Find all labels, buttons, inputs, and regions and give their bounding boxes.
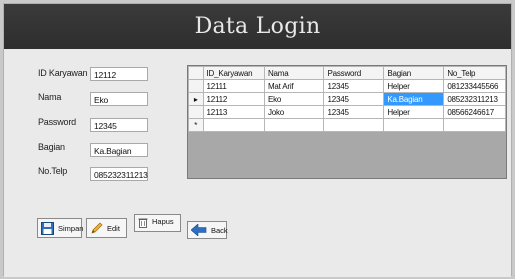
new-row-indicator[interactable]: *: [188, 118, 204, 132]
label-nama: Nama: [38, 92, 62, 102]
table-row[interactable]: 12113 Joko 12345 Helper 08566246617: [188, 105, 506, 119]
nama-input[interactable]: Eko: [90, 92, 148, 106]
current-row-indicator[interactable]: ▸: [188, 92, 204, 106]
title-bar: Data Login: [4, 4, 511, 49]
column-header-nama[interactable]: Nama: [263, 66, 325, 80]
table-cell[interactable]: Mat Arif: [263, 79, 325, 93]
edit-button[interactable]: Edit: [86, 218, 127, 238]
column-header-bagian[interactable]: Bagian: [383, 66, 445, 80]
table-cell[interactable]: 12113: [202, 105, 265, 119]
table-cell[interactable]: Joko: [263, 105, 325, 119]
column-header-id-karyawan[interactable]: ID_Karyawan: [202, 66, 265, 80]
back-arrow-icon: [191, 224, 207, 236]
table-cell[interactable]: 12345: [323, 92, 385, 106]
label-password: Password: [38, 117, 76, 127]
app-window: Data Login ID Karyawan Nama Password Bag…: [3, 3, 512, 277]
table-row[interactable]: 12111 Mat Arif 12345 Helper 081233445566: [188, 79, 506, 93]
table-row[interactable]: ▸ 12112 Eko 12345 Ka.Bagian 085232311213: [188, 92, 506, 106]
row-header[interactable]: [188, 105, 204, 119]
table-cell[interactable]: 12345: [323, 79, 385, 93]
selected-cell[interactable]: Ka.Bagian: [383, 92, 445, 106]
password-input[interactable]: 12345: [90, 118, 148, 132]
page-title: Data Login: [194, 14, 321, 39]
label-no-telp: No.Telp: [38, 166, 68, 176]
simpan-label: Simpan: [58, 223, 84, 233]
table-cell[interactable]: [323, 118, 385, 132]
simpan-button[interactable]: Simpan: [37, 218, 84, 238]
grid-header-row: ID_Karyawan Nama Password Bagian No_Telp: [188, 66, 506, 80]
column-header-no-telp[interactable]: No_Telp: [443, 66, 506, 80]
hapus-label: Hapus: [152, 217, 174, 226]
new-table-row[interactable]: *: [188, 118, 506, 132]
table-cell[interactable]: [263, 118, 325, 132]
hapus-button[interactable]: Hapus: [134, 214, 181, 232]
edit-label: Edit: [107, 223, 120, 233]
no-telp-input[interactable]: 085232311213: [90, 167, 148, 181]
table-cell[interactable]: 08566246617: [443, 105, 506, 119]
table-cell[interactable]: Helper: [383, 105, 445, 119]
id-karyawan-input[interactable]: 12112: [90, 67, 148, 81]
table-cell[interactable]: Eko: [263, 92, 325, 106]
floppy-disk-icon: [41, 221, 54, 235]
table-cell[interactable]: Helper: [383, 79, 445, 93]
table-cell[interactable]: 12112: [202, 92, 265, 106]
table-cell[interactable]: [443, 118, 506, 132]
bagian-input[interactable]: Ka.Bagian: [90, 143, 148, 157]
back-button[interactable]: Back: [187, 221, 228, 239]
table-cell[interactable]: [383, 118, 445, 132]
table-cell[interactable]: [202, 118, 265, 132]
table-cell[interactable]: 081233445566: [443, 79, 506, 93]
row-header[interactable]: [188, 79, 204, 93]
back-label: Back: [211, 225, 228, 235]
row-header-corner: [188, 66, 204, 80]
table-cell[interactable]: 085232311213: [443, 92, 506, 106]
trash-icon: [138, 218, 148, 228]
data-grid[interactable]: ID_Karyawan Nama Password Bagian No_Telp…: [187, 65, 507, 179]
label-bagian: Bagian: [38, 142, 65, 152]
table-cell[interactable]: 12111: [202, 79, 265, 93]
label-id-karyawan: ID Karyawan: [38, 68, 88, 78]
table-cell[interactable]: 12345: [323, 105, 385, 119]
pencil-icon: [91, 222, 103, 234]
column-header-password[interactable]: Password: [323, 66, 385, 80]
